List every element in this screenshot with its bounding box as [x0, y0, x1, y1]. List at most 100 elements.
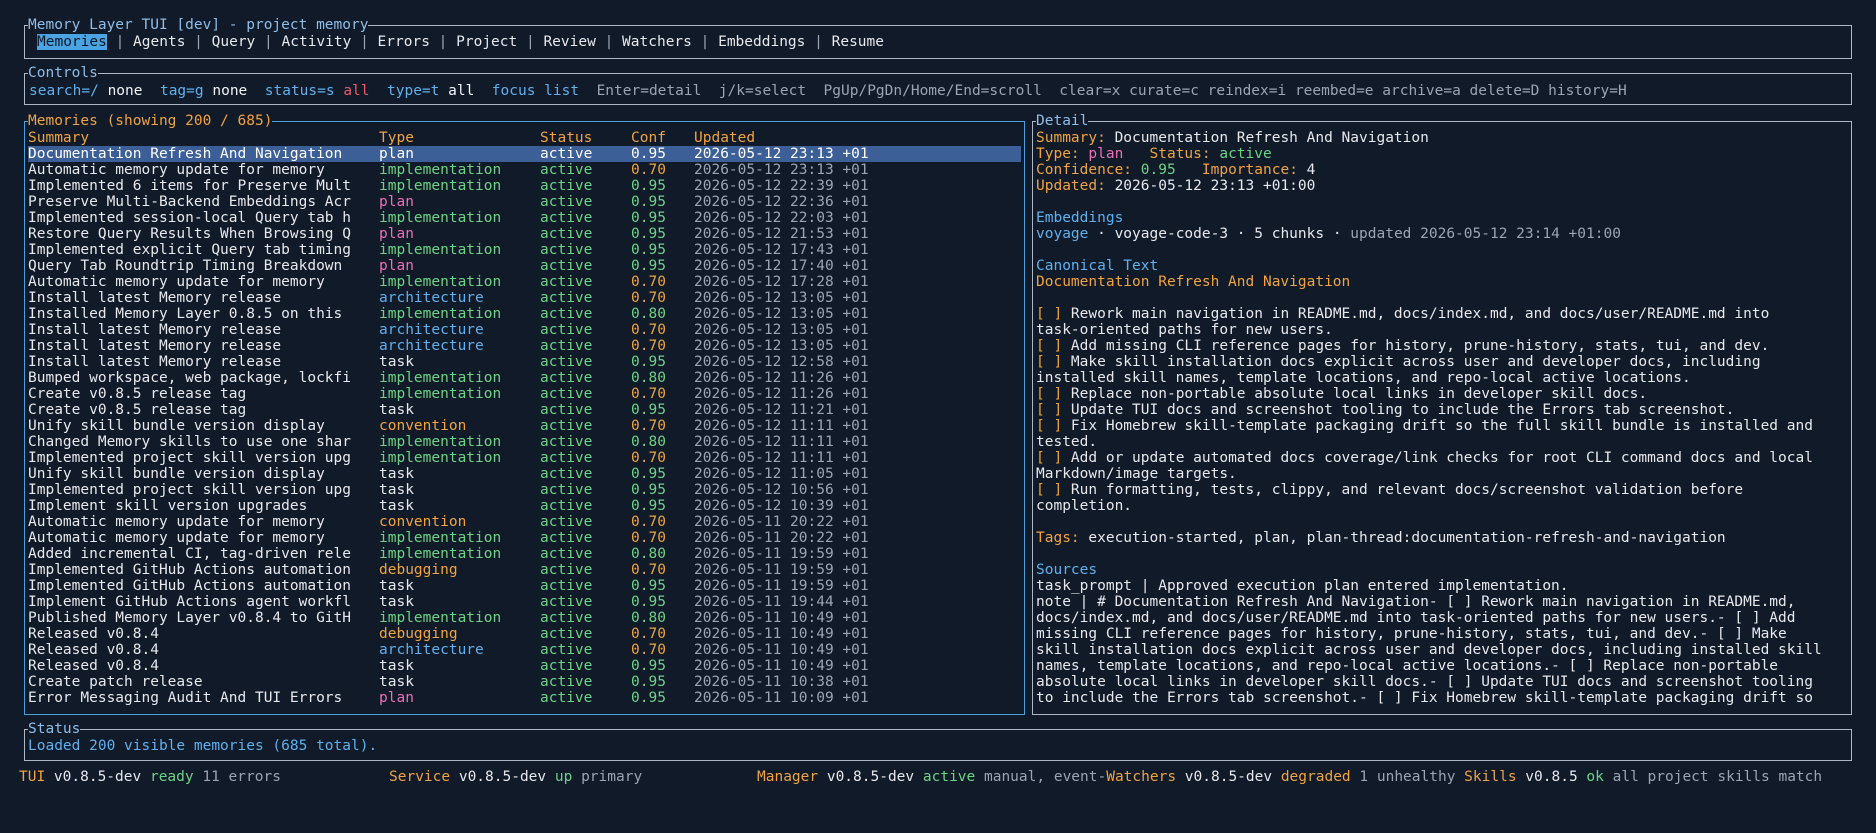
row-updated: 2026-05-11 10:09 +01 [694, 690, 869, 706]
table-row[interactable]: Added incremental CI, tag-driven rele imp… [28, 546, 1021, 562]
controls-line: search=/ none tag=g none status=s all ty… [29, 83, 1627, 99]
table-row[interactable]: Automatic memory update for memory implem… [28, 530, 1021, 546]
row-updated: 2026-05-11 10:49 +01 [694, 658, 869, 674]
table-row[interactable]: Automatic memory update for memory conven… [28, 514, 1021, 530]
col-type: Type [379, 130, 414, 146]
table-row[interactable]: Unify skill bundle version display task ac… [28, 466, 1021, 482]
table-row[interactable]: Restore Query Results When Browsing Q pla… [28, 226, 1021, 242]
tab-watchers[interactable]: Watchers [622, 34, 692, 50]
row-status: active [540, 338, 593, 354]
checkbox-icon: [ ] [1036, 338, 1063, 354]
table-row[interactable]: Preserve Multi-Backend Embeddings Acr pla… [28, 194, 1021, 210]
tab-project[interactable]: Project [456, 34, 517, 50]
row-conf: 0.70 [631, 562, 666, 578]
row-type: task [379, 402, 414, 418]
table-row[interactable]: Install latest Memory release architectur… [28, 290, 1021, 306]
table-row[interactable]: Implemented explicit Query tab timing imp… [28, 242, 1021, 258]
table-row[interactable]: Implemented session-local Query tab h imp… [28, 210, 1021, 226]
manager-state: active [922, 769, 976, 785]
table-row[interactable]: Query Tab Roundtrip Timing Breakdown plan… [28, 258, 1021, 274]
table-row[interactable]: Unify skill bundle version display conven… [28, 418, 1021, 434]
row-status: active [540, 306, 593, 322]
row-status: active [540, 274, 593, 290]
table-row[interactable]: Bumped workspace, web package, lockfi imp… [28, 370, 1021, 386]
updated-label: Updated: [1036, 178, 1106, 194]
tab-review[interactable]: Review [543, 34, 595, 50]
table-row[interactable]: Implemented project skill version upg imp… [28, 450, 1021, 466]
source-line: note | # Documentation Refresh And Navig… [1036, 594, 1796, 610]
tag-key[interactable]: tag=g [160, 83, 204, 99]
row-summary: Restore Query Results When Browsing Q [28, 226, 352, 242]
canonical-line-text: Add or update automated docs coverage/li… [1062, 450, 1813, 466]
row-conf: 0.80 [631, 610, 666, 626]
tab-activity[interactable]: Activity [282, 34, 352, 50]
row-conf: 0.95 [631, 226, 666, 242]
row-updated: 2026-05-11 20:22 +01 [694, 514, 869, 530]
row-conf: 0.80 [631, 546, 666, 562]
table-row[interactable]: Automatic memory update for memory implem… [28, 274, 1021, 290]
row-updated: 2026-05-11 10:38 +01 [694, 674, 869, 690]
table-row[interactable]: Error Messaging Audit And TUI Errors plan… [28, 690, 1021, 706]
table-row[interactable]: Documentation Refresh And Navigation plan… [28, 146, 1021, 162]
row-conf: 0.95 [631, 674, 666, 690]
canonical-line-text: Replace non-portable absolute local link… [1062, 386, 1648, 402]
detail-confidence: Confidence: 0.95 Importance: 4 [1036, 162, 1861, 178]
table-row[interactable]: Published Memory Layer v0.8.4 to GitH imp… [28, 610, 1021, 626]
table-row[interactable]: Changed Memory skills to use one shar imp… [28, 434, 1021, 450]
canonical-line: [ ] Rework main navigation in README.md,… [1036, 306, 1861, 322]
row-conf: 0.95 [631, 258, 666, 274]
table-row[interactable]: Implemented GitHub Actions automation deb… [28, 562, 1021, 578]
table-row[interactable]: Implemented GitHub Actions automation tas… [28, 578, 1021, 594]
canonical-line: task-oriented paths for new users. [1036, 322, 1861, 338]
row-conf: 0.70 [631, 626, 666, 642]
table-row[interactable]: Install latest Memory release architectur… [28, 322, 1021, 338]
row-status: active [540, 386, 593, 402]
table-row[interactable]: Automatic memory update for memory implem… [28, 162, 1021, 178]
checkbox-icon: [ ] [1036, 306, 1063, 322]
canonical-line: tested. [1036, 434, 1861, 450]
status-filter-key[interactable]: status=s [265, 83, 335, 99]
summary-value: Documentation Refresh And Navigation [1114, 130, 1429, 146]
table-row[interactable]: Install latest Memory release architectur… [28, 338, 1021, 354]
row-status: active [540, 674, 593, 690]
table-row[interactable]: Released v0.8.4 architecture active 0.70 202… [28, 642, 1021, 658]
tab-query[interactable]: Query [212, 34, 256, 50]
row-conf: 0.70 [631, 290, 666, 306]
tab-embeddings[interactable]: Embeddings [718, 34, 805, 50]
row-status: active [540, 242, 593, 258]
manager-label: Manager [757, 769, 819, 785]
row-updated: 2026-05-12 11:26 +01 [694, 370, 869, 386]
app-title: Memory Layer TUI [dev] - project memory [28, 17, 369, 33]
row-type: plan [379, 226, 414, 242]
table-row[interactable]: Implemented 6 items for Preserve Mult imp… [28, 178, 1021, 194]
row-status: active [540, 162, 593, 178]
row-type: task [379, 658, 414, 674]
canonical-line-text: Fix Homebrew skill-template packaging dr… [1062, 418, 1813, 434]
table-row[interactable]: Create v0.8.5 release tag task active 0.95 2… [28, 402, 1021, 418]
table-row[interactable]: Install latest Memory release task active 0… [28, 354, 1021, 370]
type-filter-value: all [448, 83, 475, 99]
tag-value: none [212, 83, 248, 99]
row-conf: 0.70 [631, 162, 666, 178]
tab-errors[interactable]: Errors [378, 34, 430, 50]
table-row[interactable]: Implement GitHub Actions agent workfl tas… [28, 594, 1021, 610]
table-row[interactable]: Implement skill version upgrades task acti… [28, 498, 1021, 514]
row-status: active [540, 562, 593, 578]
type-filter-key[interactable]: type=t [387, 83, 439, 99]
table-row[interactable]: Implemented project skill version upg tas… [28, 482, 1021, 498]
row-updated: 2026-05-12 21:53 +01 [694, 226, 869, 242]
sources-heading: Sources [1036, 562, 1098, 578]
row-type: implementation [379, 386, 502, 402]
table-row[interactable]: Released v0.8.4 debugging active 0.70 2026-0… [28, 626, 1021, 642]
row-updated: 2026-05-12 13:05 +01 [694, 338, 869, 354]
tab-resume[interactable]: Resume [832, 34, 884, 50]
table-row[interactable]: Create v0.8.5 release tag implementation a… [28, 386, 1021, 402]
tab-agents[interactable]: Agents [133, 34, 185, 50]
table-row[interactable]: Released v0.8.4 task active 0.95 2026-05-11 … [28, 658, 1021, 674]
tab-memories[interactable]: Memories [37, 34, 107, 50]
row-updated: 2026-05-12 11:05 +01 [694, 466, 869, 482]
search-key[interactable]: search=/ [29, 83, 99, 99]
table-row[interactable]: Installed Memory Layer 0.8.5 on this impl… [28, 306, 1021, 322]
row-summary: Published Memory Layer v0.8.4 to GitH [28, 610, 352, 626]
table-row[interactable]: Create patch release task active 0.95 2026-0… [28, 674, 1021, 690]
